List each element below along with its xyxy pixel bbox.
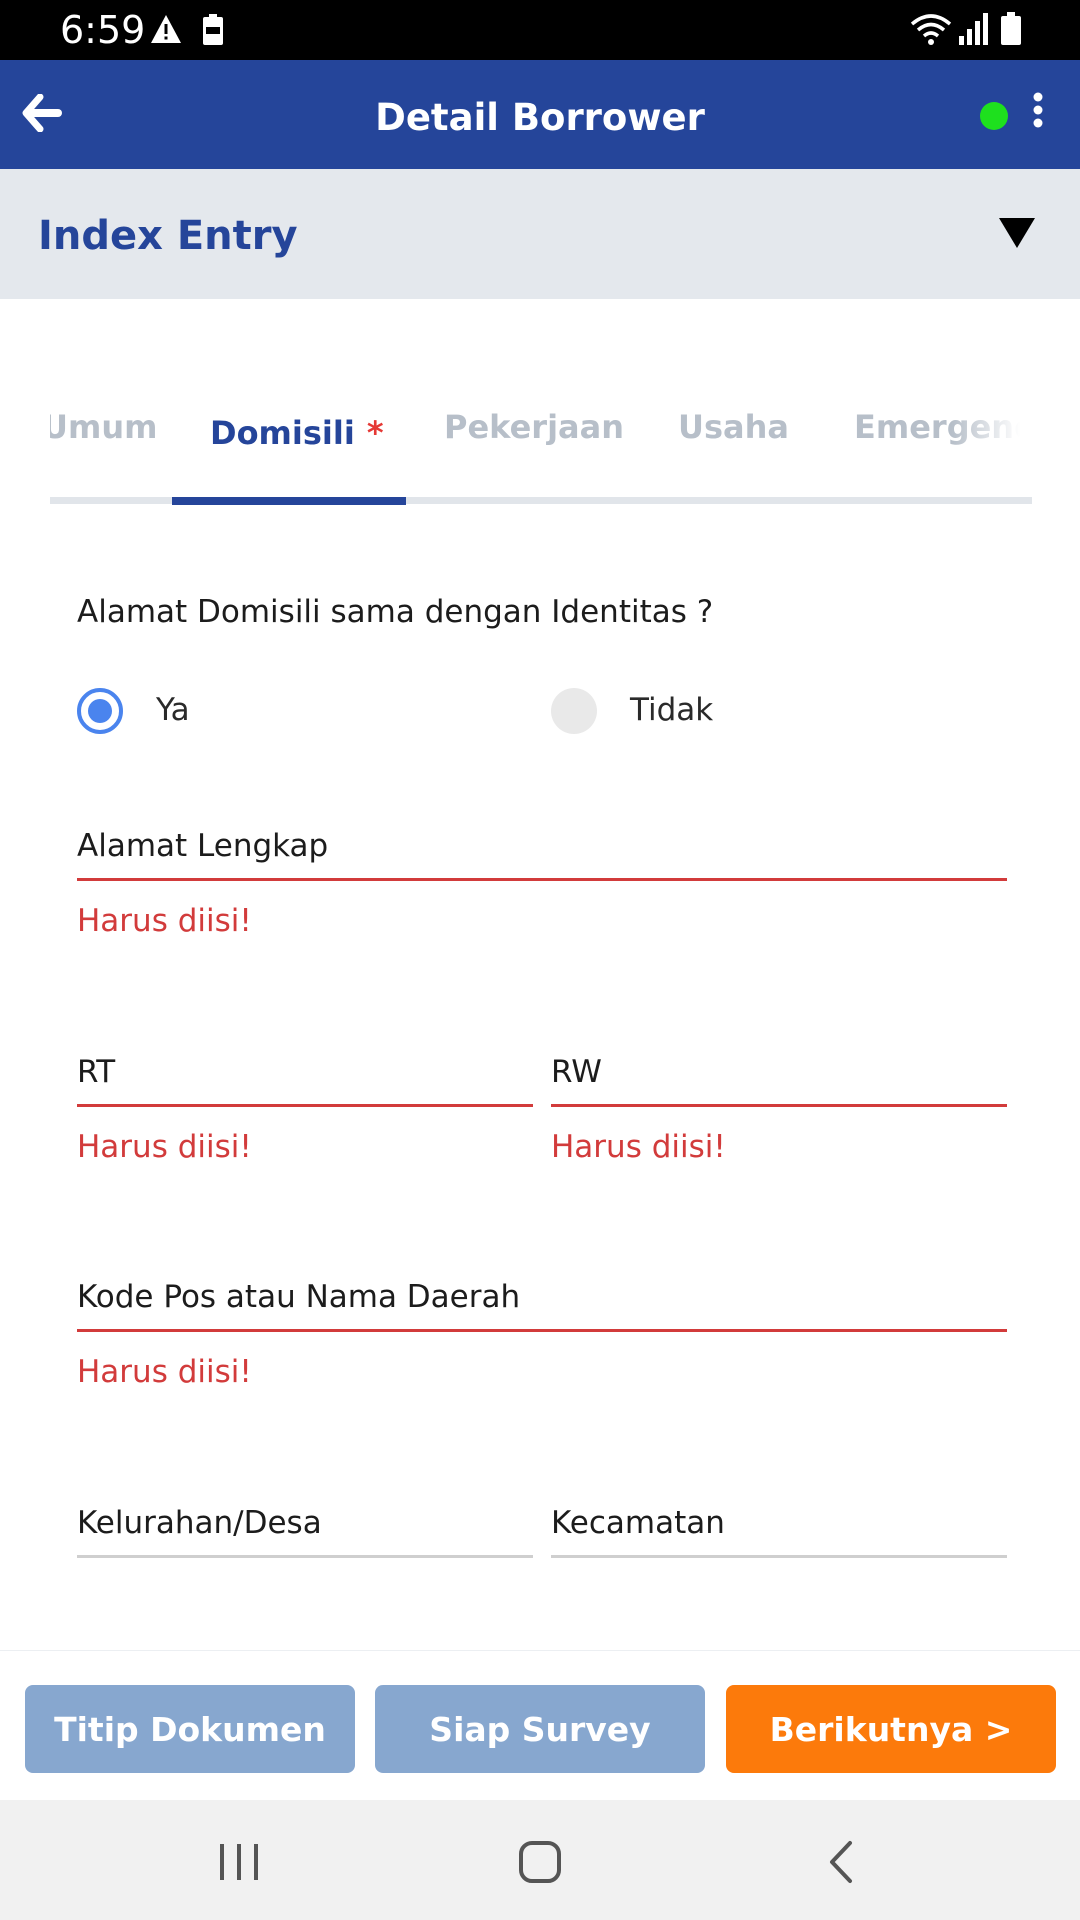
battery-icon: [1000, 12, 1022, 50]
field-underline: [77, 1104, 533, 1107]
field-underline: [551, 1555, 1007, 1558]
tab-active-indicator: [172, 497, 406, 505]
tab-umum[interactable]: Umum: [50, 408, 157, 446]
rt-label: RT: [77, 1054, 116, 1090]
index-entry-header[interactable]: Index Entry: [0, 169, 1080, 299]
kode-pos-error: Harus diisi!: [77, 1354, 252, 1390]
back-icon[interactable]: [826, 1840, 856, 1888]
field-underline: [77, 1329, 1007, 1332]
field-underline: [551, 1104, 1007, 1107]
kecamatan-field[interactable]: Kecamatan: [551, 1497, 1007, 1558]
status-bar: 6:59: [0, 0, 1080, 60]
alamat-lengkap-label: Alamat Lengkap: [77, 828, 329, 864]
alamat-error: Harus diisi!: [77, 903, 252, 939]
radio-ya[interactable]: [77, 688, 123, 734]
home-icon[interactable]: [518, 1840, 562, 1888]
tab-domisili-label: Domisili: [210, 414, 355, 452]
rt-error: Harus diisi!: [77, 1129, 252, 1165]
kelurahan-field[interactable]: Kelurahan/Desa: [77, 1497, 533, 1558]
alamat-lengkap-field[interactable]: Alamat Lengkap Harus diisi!: [77, 820, 1007, 939]
status-time: 6:59: [60, 8, 146, 52]
rw-field[interactable]: RW Harus diisi!: [551, 1046, 1007, 1165]
action-bar: Titip Dokumen Siap Survey Berikutnya >: [0, 1650, 1080, 1800]
kode-pos-label: Kode Pos atau Nama Daerah: [77, 1279, 521, 1315]
siap-survey-button[interactable]: Siap Survey: [375, 1685, 705, 1773]
kecamatan-label: Kecamatan: [551, 1505, 725, 1541]
rw-label: RW: [551, 1054, 602, 1090]
field-underline: [77, 1555, 533, 1558]
index-entry-label: Index Entry: [38, 213, 298, 259]
battery-saver-icon: [202, 14, 224, 50]
signal-icon: [958, 12, 990, 50]
recent-apps-icon[interactable]: [218, 1842, 260, 1886]
more-vertical-icon[interactable]: [1028, 92, 1048, 132]
page-title: Detail Borrower: [375, 96, 705, 139]
next-button[interactable]: Berikutnya >: [726, 1685, 1056, 1773]
radio-tidak[interactable]: [551, 688, 597, 734]
kode-pos-field[interactable]: Kode Pos atau Nama Daerah Harus diisi!: [77, 1271, 1007, 1390]
warning-icon: [150, 14, 182, 48]
tab-usaha[interactable]: Usaha: [678, 408, 789, 446]
radio-tidak-label[interactable]: Tidak: [630, 692, 713, 728]
app-bar: Detail Borrower: [0, 60, 1080, 169]
rw-error: Harus diisi!: [551, 1129, 726, 1165]
rt-field[interactable]: RT Harus diisi!: [77, 1046, 533, 1165]
screen: 6:59 Detail Borrower Index Entry Umum Do…: [0, 0, 1080, 1920]
system-nav-bar: [0, 1800, 1080, 1920]
radio-ya-label[interactable]: Ya: [156, 692, 190, 728]
tab-bar: Umum Domisili* Pekerjaan Usaha Emergency: [50, 360, 1032, 510]
tab-domisili[interactable]: Domisili *: [210, 414, 384, 452]
tabs-fade: [952, 390, 1032, 460]
kelurahan-label: Kelurahan/Desa: [77, 1505, 322, 1541]
titip-dokumen-button[interactable]: Titip Dokumen: [25, 1685, 355, 1773]
same-address-question: Alamat Domisili sama dengan Identitas ?: [77, 594, 714, 630]
caret-down-icon[interactable]: [998, 217, 1036, 253]
wifi-icon: [910, 12, 952, 50]
tab-pekerjaan[interactable]: Pekerjaan: [444, 408, 624, 446]
required-mark: *: [366, 414, 384, 452]
field-underline: [77, 878, 1007, 881]
status-indicator: [980, 102, 1008, 130]
